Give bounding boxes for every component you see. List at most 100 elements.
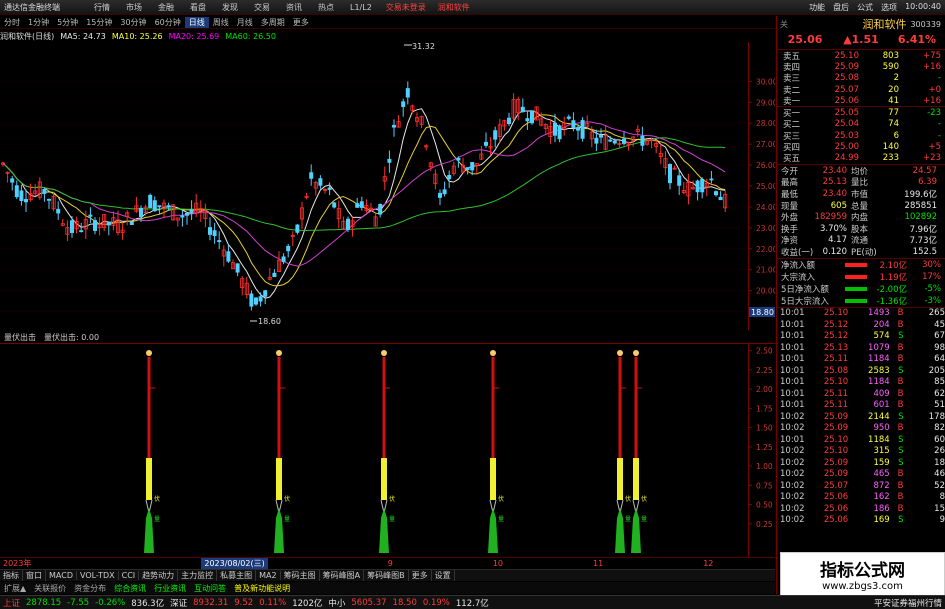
formula-menu[interactable]: 公式 bbox=[853, 2, 877, 13]
ask-row[interactable]: 卖五 25.10 803 +75 bbox=[777, 50, 945, 62]
stat-row[interactable]: 最高 25.13 量比 6.39 bbox=[777, 177, 945, 188]
bid-row[interactable]: 买一 25.05 77 -23 bbox=[777, 107, 945, 119]
tab-vol[interactable]: VOL-TDX bbox=[77, 571, 119, 580]
tab-window[interactable]: 窗口 bbox=[23, 570, 46, 581]
tick-row[interactable]: 10:01 25.11 601 B 51 bbox=[777, 400, 945, 412]
menu-item-redian[interactable]: 热点 bbox=[310, 2, 342, 13]
candlestick-chart[interactable]: 30.00 29.00 28.00 27.00 26.00 25.00 24.00 23.00… bbox=[0, 42, 775, 330]
tick-row[interactable]: 10:02 25.06 162 B 8 bbox=[777, 492, 945, 504]
period-60min[interactable]: 60分钟 bbox=[151, 17, 185, 28]
period-1min[interactable]: 1分钟 bbox=[24, 17, 53, 28]
indicator-chart[interactable]: 2.50 2.25 2.00 1.75 1.50 1.25 1.00 0.75 0.50 0.25… bbox=[0, 343, 775, 557]
period-more[interactable]: 更多 bbox=[289, 17, 313, 28]
tick-row[interactable]: 10:02 25.10 315 S 26 bbox=[777, 446, 945, 458]
tick-row[interactable]: 10:02 25.09 465 B 46 bbox=[777, 469, 945, 481]
candle-body bbox=[612, 140, 617, 144]
date-axis: 2023年 2023/08/02(三) 9 10 11 12 bbox=[0, 557, 775, 569]
fund-distribution[interactable]: 资金分布 bbox=[70, 583, 110, 594]
ask-row[interactable]: 卖三 25.08 2 - bbox=[777, 73, 945, 84]
tick-row[interactable]: 10:02 25.06 186 B 15 bbox=[777, 503, 945, 515]
bid-row[interactable]: 买二 25.04 74 - bbox=[777, 119, 945, 130]
bid-row[interactable]: 买五 24.99 233 +23 bbox=[777, 153, 945, 164]
period-daily[interactable]: 日线 bbox=[184, 16, 209, 28]
tick-row[interactable]: 10:01 25.10 1184 B 85 bbox=[777, 377, 945, 389]
menu-item-hangqing[interactable]: 行情 bbox=[86, 2, 118, 13]
flow-row[interactable]: 净流入额 2.10亿 30% bbox=[777, 259, 945, 271]
sz-index-name[interactable]: 深证 bbox=[167, 597, 190, 609]
period-30min[interactable]: 30分钟 bbox=[116, 17, 150, 28]
qa[interactable]: 互动问答 bbox=[190, 583, 230, 594]
industry-news[interactable]: 行业资讯 bbox=[150, 583, 190, 594]
tick-volume: 409 bbox=[873, 388, 890, 399]
new-feature-info[interactable]: 普及新功能说明 bbox=[230, 583, 294, 594]
tick-row[interactable]: 10:02 25.07 872 B 52 bbox=[777, 480, 945, 492]
zx-index-name[interactable]: 中小 bbox=[325, 597, 348, 609]
menu-item-jinrong[interactable]: 金融 bbox=[150, 2, 182, 13]
tab-main-monitor[interactable]: 主力监控 bbox=[178, 570, 218, 581]
ask-row[interactable]: 卖二 25.07 20 +0 bbox=[777, 84, 945, 96]
tab-private[interactable]: 私募主图 bbox=[217, 570, 257, 581]
bid-row[interactable]: 买四 25.00 140 +5 bbox=[777, 141, 945, 153]
ask-row[interactable]: 卖四 25.09 590 +16 bbox=[777, 61, 945, 73]
price-tick: 27.00 bbox=[756, 140, 775, 149]
tab-more[interactable]: 更多 bbox=[409, 570, 432, 581]
tick-row[interactable]: 10:01 25.10 1493 B 265 bbox=[777, 308, 945, 320]
tab-chip-a[interactable]: 筹码峰图A bbox=[320, 570, 365, 581]
flow-row[interactable]: 5日大宗流入 -1.36亿 -3% bbox=[777, 295, 945, 307]
tick-row[interactable]: 10:01 25.13 1079 B 98 bbox=[777, 342, 945, 354]
period-15min[interactable]: 15分钟 bbox=[82, 17, 116, 28]
menu-item-zixun[interactable]: 资讯 bbox=[278, 2, 310, 13]
stat-row[interactable]: 收益(一) 0.120 PE(动) 152.5 bbox=[777, 246, 945, 258]
stat-row[interactable]: 净资 4.17 流通 7.73亿 bbox=[777, 235, 945, 246]
tick-row[interactable]: 10:01 25.10 1184 S 60 bbox=[777, 434, 945, 446]
bid-row[interactable]: 买三 25.03 6 - bbox=[777, 130, 945, 142]
tab-ma2[interactable]: MA2 bbox=[256, 571, 281, 580]
ask-row[interactable]: 卖一 25.06 41 +16 bbox=[777, 95, 945, 107]
menu-item-shichang[interactable]: 市场 bbox=[118, 2, 150, 13]
period-monthly[interactable]: 月线 bbox=[233, 17, 257, 28]
flow-pct: 30% bbox=[922, 259, 941, 270]
tick-row[interactable]: 10:02 25.09 2144 S 178 bbox=[777, 411, 945, 423]
stat-row[interactable]: 现量 605 总量 285851 bbox=[777, 200, 945, 212]
tab-trend[interactable]: 趋势动力 bbox=[139, 570, 179, 581]
menu-item-level[interactable]: L1/L2 bbox=[342, 3, 380, 12]
tab-cci[interactable]: CCI bbox=[119, 571, 140, 580]
tab-chip-b[interactable]: 筹码峰图B bbox=[364, 570, 409, 581]
after-hours-menu[interactable]: 盘后 bbox=[829, 2, 853, 13]
period-multi[interactable]: 多周期 bbox=[257, 17, 289, 28]
stat-row[interactable]: 今开 23.40 均价 24.57 bbox=[777, 165, 945, 177]
menu-item-jiaoyi[interactable]: 交易 bbox=[246, 2, 278, 13]
sh-index-name[interactable]: 上证 bbox=[0, 597, 23, 609]
menu-item-faxian[interactable]: 发现 bbox=[214, 2, 246, 13]
general-news[interactable]: 综合资讯 bbox=[110, 583, 150, 594]
stat-row[interactable]: 最低 23.40 市值 199.6亿 bbox=[777, 188, 945, 200]
tick-row[interactable]: 10:01 25.11 1184 B 64 bbox=[777, 354, 945, 366]
flow-row[interactable]: 大宗流入 1.19亿 17% bbox=[777, 271, 945, 283]
menu-item-kanpan[interactable]: 看盘 bbox=[182, 2, 214, 13]
tick-row[interactable]: 10:01 25.08 2583 S 205 bbox=[777, 365, 945, 377]
tick-row[interactable]: 10:01 25.11 409 B 62 bbox=[777, 388, 945, 400]
function-menu[interactable]: 功能 bbox=[805, 2, 829, 13]
trade-login-status[interactable]: 交易未登录 bbox=[380, 2, 432, 13]
tab-macd[interactable]: MACD bbox=[46, 571, 77, 580]
stat-row[interactable]: 外盘 182959 内盘 102892 bbox=[777, 211, 945, 223]
current-stock-tab[interactable]: 润和软件 bbox=[432, 2, 476, 13]
tick-row[interactable]: 10:02 25.06 169 S 9 bbox=[777, 515, 945, 527]
options-menu[interactable]: 选项 bbox=[877, 2, 901, 13]
tab-settings[interactable]: 设置 bbox=[432, 570, 455, 581]
tick-row[interactable]: 10:02 25.09 159 S 18 bbox=[777, 457, 945, 469]
tab-indicator[interactable]: 指标 bbox=[0, 570, 23, 581]
tick-row[interactable]: 10:01 25.12 204 B 45 bbox=[777, 319, 945, 331]
tick-row[interactable]: 10:02 25.09 950 B 82 bbox=[777, 423, 945, 435]
stat-row[interactable]: 换手 3.70% 股本 7.96亿 bbox=[777, 223, 945, 235]
period-weekly[interactable]: 周线 bbox=[209, 17, 233, 28]
tab-chip-main[interactable]: 筹码主图 bbox=[281, 570, 320, 581]
period-5min[interactable]: 5分钟 bbox=[53, 17, 82, 28]
close-panel-icon[interactable]: 关 bbox=[780, 19, 788, 30]
tick-row[interactable]: 10:01 25.12 574 S 67 bbox=[777, 331, 945, 343]
related-quotes[interactable]: 关联报价 bbox=[30, 583, 70, 594]
period-fenshi[interactable]: 分时 bbox=[0, 17, 24, 28]
selected-date[interactable]: 2023/08/02(三) bbox=[201, 557, 268, 569]
flow-row[interactable]: 5日净流入额 -2.00亿 -5% bbox=[777, 283, 945, 295]
expand-button[interactable]: 扩展▲ bbox=[0, 583, 30, 594]
